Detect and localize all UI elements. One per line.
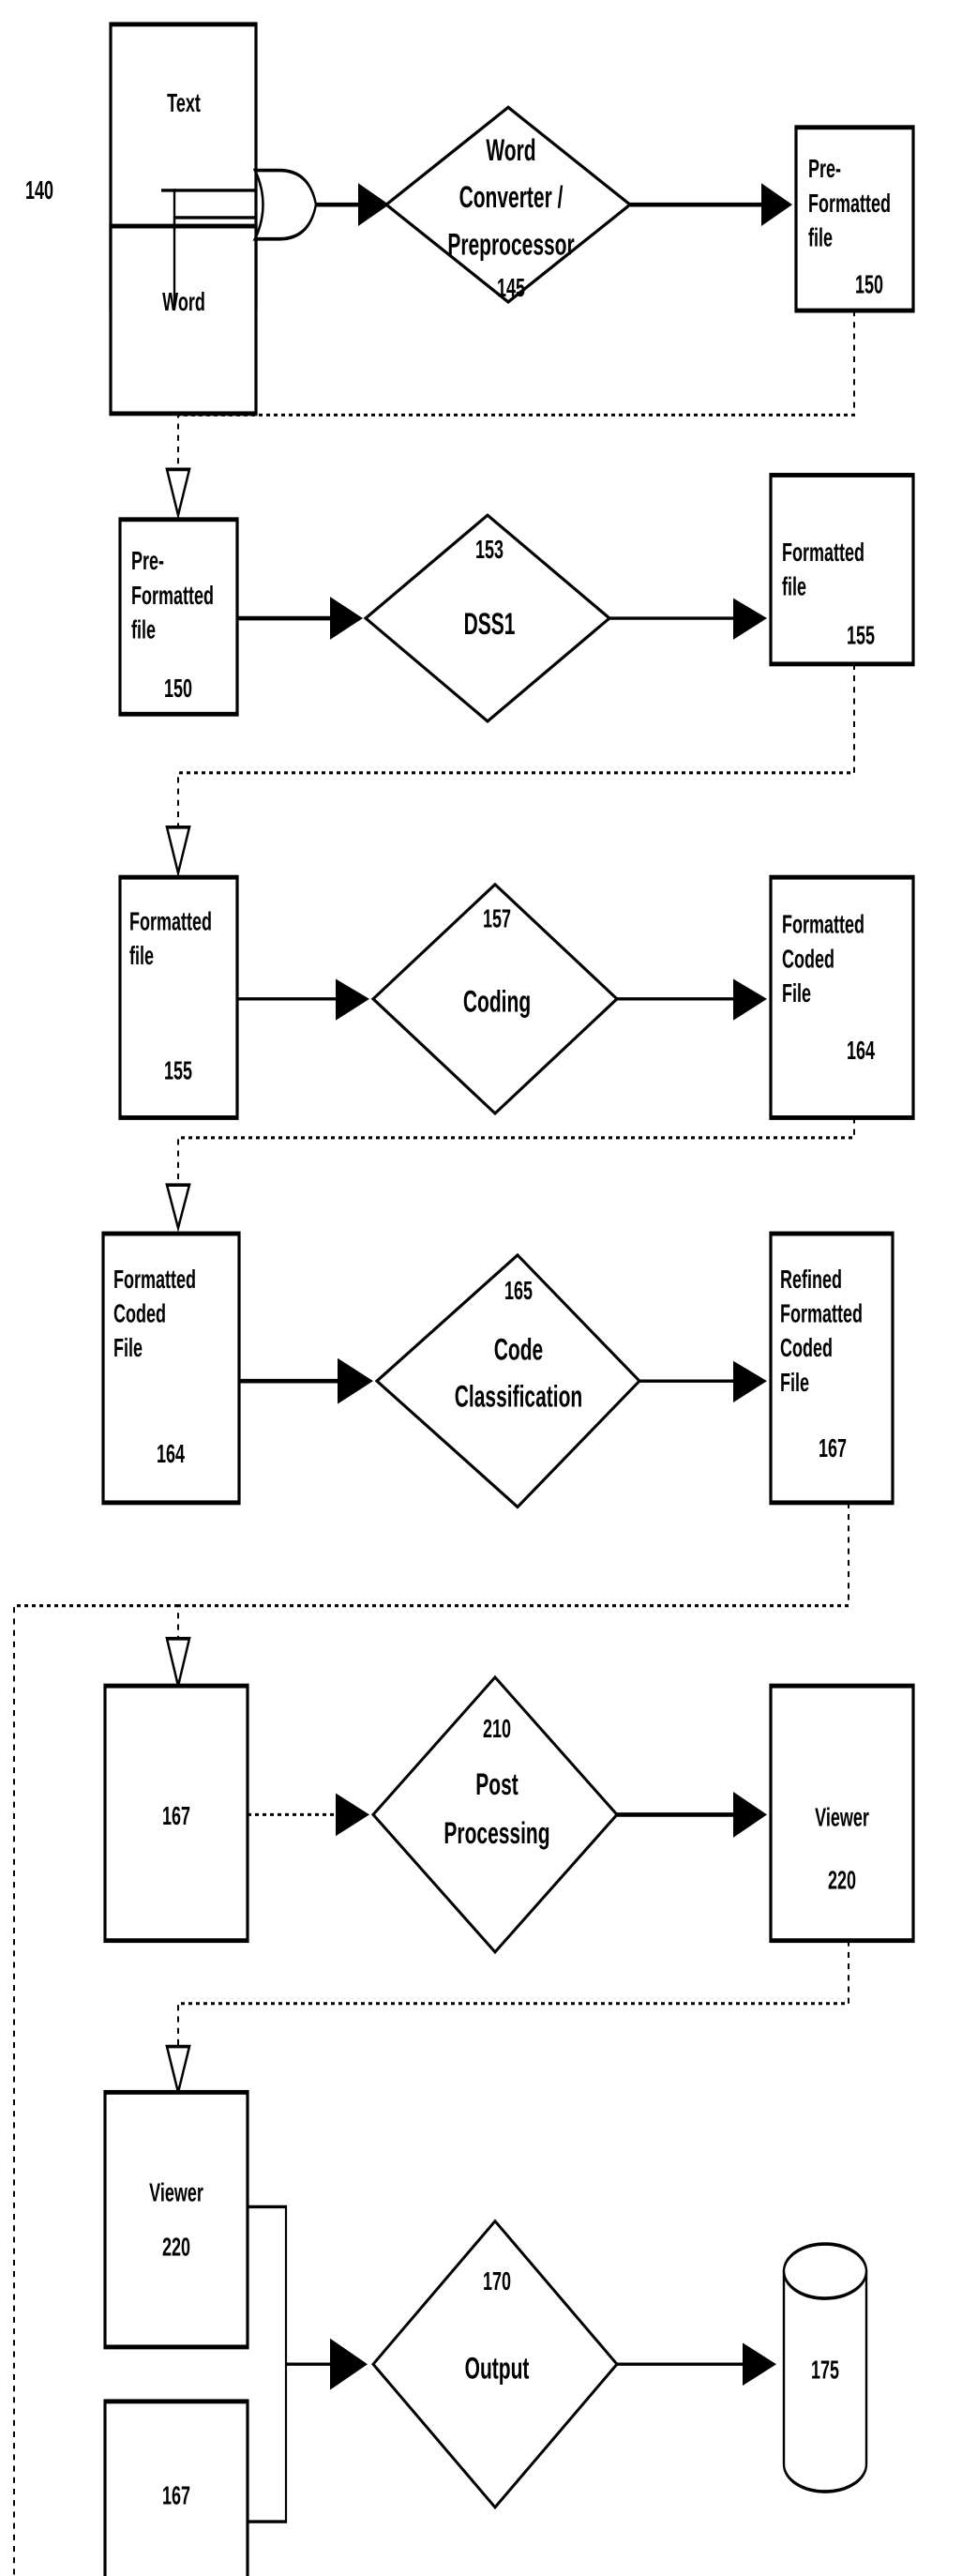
- formatted-coded-in-line2: Coded: [113, 1299, 166, 1328]
- formatted-in-ref-155: 155: [164, 1055, 192, 1084]
- hollow-arrowhead-icon-4: [165, 1636, 191, 1691]
- preformatted-in-line2: Formatted: [131, 581, 214, 610]
- coding-label: Coding: [463, 984, 531, 1019]
- coding-ref-157: 157: [483, 904, 511, 933]
- formatted-file-box-155: [769, 473, 915, 667]
- carry-220-to-row6: [177, 1940, 849, 2047]
- word-source-label: Word: [162, 287, 205, 316]
- word-converter-ref-145: 145: [497, 273, 525, 302]
- preformatted-out-line3: file: [808, 223, 833, 252]
- formatted-coded-in-ref-164: 164: [157, 1439, 185, 1468]
- solid-arrowhead-icon-5: [336, 978, 369, 1021]
- post-processing-line2: Processing: [443, 1815, 549, 1850]
- viewer-and-167-merge-wire: [248, 2205, 288, 2523]
- preformatted-out-ref-150: 150: [855, 270, 883, 299]
- solid-arrowhead-icon-4: [733, 598, 767, 640]
- refined-out-line2: Formatted: [780, 1299, 863, 1328]
- viewer-out-label: Viewer: [815, 1803, 869, 1832]
- preformatted-in-ref-150: 150: [164, 674, 192, 703]
- refined-out-line1: Refined: [780, 1265, 842, 1294]
- word-converter-line3: Preprocessor: [447, 227, 575, 262]
- carry-164-to-row4: [177, 1117, 855, 1186]
- output-ref-170: 170: [483, 2266, 511, 2296]
- text-source-label: Text: [167, 88, 201, 117]
- system-ref-140: 140: [25, 175, 53, 205]
- or-gate-icon: [252, 168, 318, 241]
- post-processing-ref-210: 210: [483, 1714, 511, 1743]
- formatted-coded-out-line2: Coded: [782, 944, 834, 973]
- flow-diagram-canvas: Text Word 140 Word Converter / Preproces…: [13, 22, 915, 2576]
- database-cylinder-top: [782, 2242, 868, 2300]
- code-classification-line2: Classification: [455, 1379, 583, 1414]
- formatted-coded-in-line3: File: [113, 1333, 143, 1362]
- database-ref-175: 175: [811, 2356, 839, 2385]
- formatted-out-ref-155: 155: [847, 621, 875, 650]
- carry-150-to-row2: [177, 311, 855, 470]
- refined-row6-ref-167: 167: [162, 2481, 190, 2510]
- solid-arrowhead-icon-9: [336, 1793, 369, 1837]
- formatted-in-line1: Formatted: [129, 907, 212, 936]
- solid-arrowhead-icon-11: [330, 2338, 368, 2390]
- solid-arrowhead-icon-10: [733, 1791, 767, 1838]
- viewer-out-ref-220: 220: [828, 1866, 856, 1895]
- viewer-box-220-in: [103, 2089, 249, 2350]
- preformatted-out-line2: Formatted: [808, 189, 891, 218]
- hollow-arrowhead-icon-2: [165, 825, 191, 878]
- refined-out-line3: Coded: [780, 1333, 833, 1362]
- preformatted-in-line3: file: [131, 615, 156, 644]
- post-processing-line1: Post: [475, 1766, 519, 1801]
- formatted-coded-out-line3: File: [782, 978, 811, 1008]
- formatted-coded-in-line1: Formatted: [113, 1265, 196, 1294]
- solid-arrowhead-icon-6: [733, 978, 767, 1021]
- word-converter-line1: Word: [486, 132, 535, 167]
- carry-167-to-row5: [177, 1502, 849, 1639]
- code-classification-ref-165: 165: [504, 1276, 533, 1305]
- formatted-in-line2: file: [129, 941, 154, 970]
- solid-arrowhead-icon-12: [743, 2342, 776, 2387]
- dss1-ref-153: 153: [475, 535, 504, 564]
- formatted-out-line2: file: [782, 572, 806, 601]
- hollow-arrowhead-icon-1: [165, 467, 191, 521]
- refined-out-line4: File: [780, 1368, 809, 1397]
- viewer-in-ref-220: 220: [162, 2232, 190, 2261]
- refined-row5-ref-167: 167: [162, 1801, 190, 1830]
- hollow-arrowhead-icon-3: [165, 1183, 191, 1233]
- refined-out-ref-167: 167: [819, 1433, 847, 1462]
- code-classification-line1: Code: [494, 1332, 543, 1367]
- dss1-label: DSS1: [464, 606, 516, 641]
- word-source-box-visible: [109, 223, 258, 417]
- solid-arrowhead-icon-3: [330, 597, 363, 640]
- solid-arrowhead-icon-2: [761, 183, 792, 227]
- solid-arrowhead-icon-8: [733, 1360, 767, 1403]
- formatted-out-line1: Formatted: [782, 538, 864, 567]
- preformatted-out-line1: Pre-: [808, 154, 841, 183]
- output-label: Output: [465, 2351, 530, 2386]
- hollow-arrowhead-icon-5: [165, 2044, 191, 2098]
- solid-arrowhead-icon-7: [338, 1357, 373, 1404]
- figure-2-diagram: Text Word 140 Word Converter / Preproces…: [0, 0, 977, 2576]
- preformatted-in-line1: Pre-: [131, 546, 164, 575]
- formatted-coded-out-ref-164: 164: [847, 1036, 875, 1065]
- viewer-in-label: Viewer: [149, 2177, 203, 2206]
- word-converter-line2: Converter /: [459, 180, 564, 215]
- formatted-coded-out-line1: Formatted: [782, 910, 864, 939]
